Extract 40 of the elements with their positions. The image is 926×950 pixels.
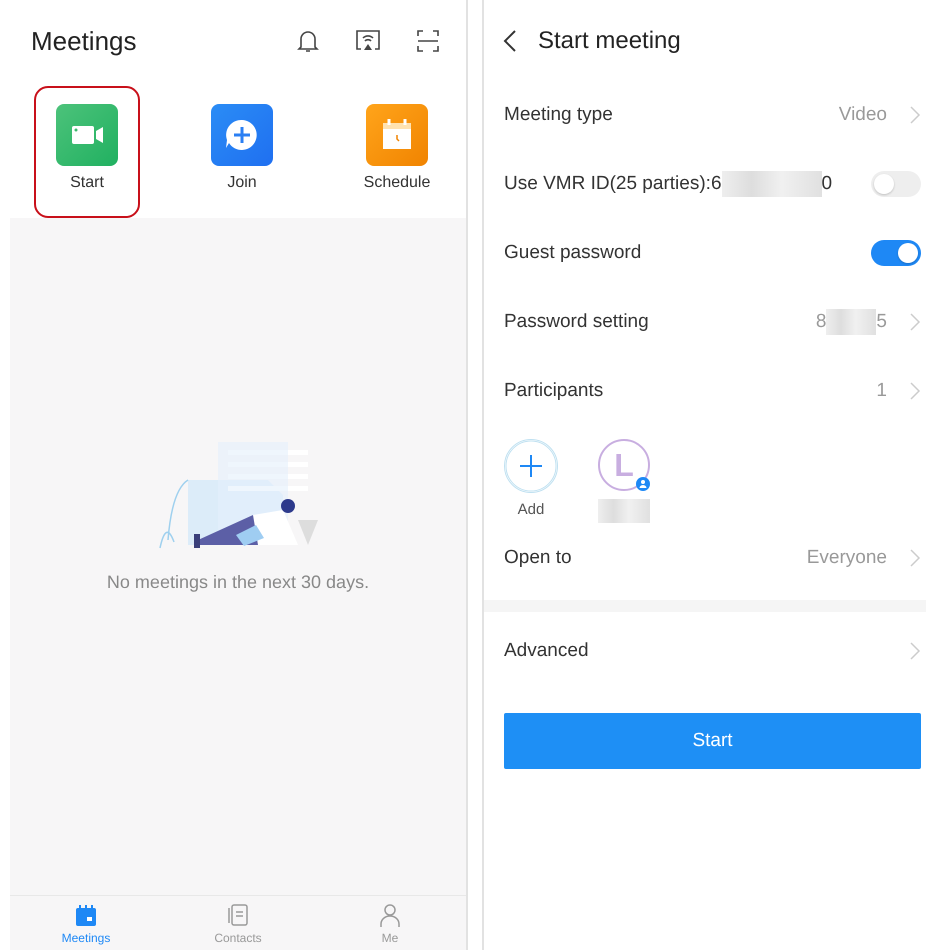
action-button[interactable]: Schedule [344,86,450,218]
setting-value: 0 [822,172,832,194]
setting-label: Guest password [504,242,642,264]
screen-title: Start meeting [538,27,681,55]
chevron-icon [909,380,921,400]
toggle-switch[interactable] [871,240,921,266]
add-label: Add [518,501,544,518]
chevron-icon [909,312,921,332]
empty-state-message: No meetings in the next 30 days. [106,572,370,593]
setting-value: 5 [876,310,887,332]
setting-label: Advanced [504,640,590,662]
plus-bubble-icon [211,104,273,166]
nav-tab[interactable]: Meetings [46,901,126,945]
person-badge-icon [636,477,650,491]
add-icon[interactable] [504,439,558,493]
action-button[interactable]: Start [34,86,140,218]
setting-label: Password setting [504,310,650,332]
back-icon[interactable] [502,29,518,53]
setting-label: Participants [504,380,604,402]
setting-value: 1 [876,380,887,402]
redacted-value [826,308,876,334]
page-title: Meetings [31,26,138,56]
start-button[interactable]: Start [504,713,921,769]
chevron-icon [909,548,921,568]
setting-value: Video [838,104,887,126]
toggle-switch[interactable] [871,170,921,196]
nav-tab[interactable]: Contacts [198,901,278,945]
avatar[interactable]: L [598,439,650,491]
video-camera-icon [56,104,118,166]
calendar-icon [366,104,428,166]
action-button[interactable]: Join [189,86,295,218]
chevron-icon [909,640,921,660]
nav-tab[interactable]: Me [350,901,430,945]
setting-value: 8 [816,310,826,332]
chevron-icon [909,104,921,124]
setting-label: Open to [504,546,573,568]
setting-label: Meeting type [504,104,614,126]
redacted-name [598,499,650,523]
setting-value: Everyone [806,546,887,568]
setting-label: Use VMR ID(25 parties):6 [504,172,722,194]
